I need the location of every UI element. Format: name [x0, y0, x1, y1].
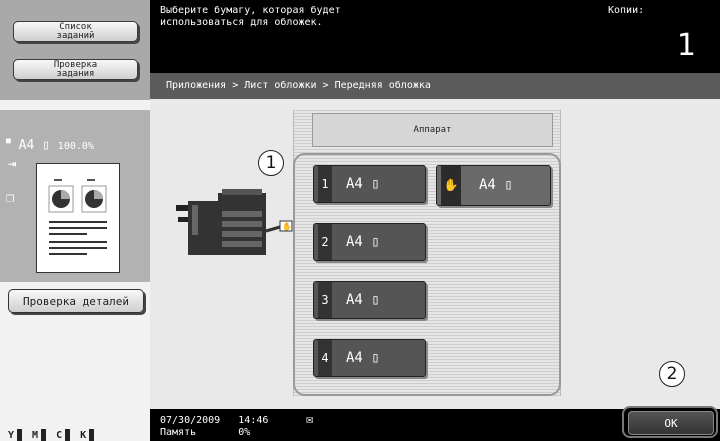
tray-3-button[interactable]: 3 A4 ▯	[313, 281, 426, 319]
tray-1-button[interactable]: 1 A4 ▯	[313, 165, 426, 203]
tray-number: 3	[318, 282, 332, 318]
copies-label: Копии:	[608, 5, 645, 16]
memory-label: Память	[160, 427, 197, 438]
check-details-button[interactable]: Проверка деталей	[8, 289, 144, 313]
tray-paper-label: A4 ▯	[346, 292, 380, 308]
tray-number: 1	[318, 166, 332, 202]
hand-icon: ✋	[441, 166, 461, 205]
toner-label: Y	[8, 430, 15, 441]
toner-label: C	[56, 430, 63, 441]
copies-count: 1	[676, 28, 696, 63]
network-icon: ✉	[306, 412, 314, 426]
left-sidebar: Список заданий Проверка задания ■ A4 ▯ 1…	[0, 0, 150, 441]
toner-k: K	[80, 426, 95, 441]
time: 14:46	[238, 415, 269, 426]
memory-value: 0%	[238, 427, 251, 438]
callout-2: 2	[659, 361, 685, 387]
toner-label: K	[80, 430, 87, 441]
toner-y: Y	[8, 426, 23, 441]
printer-illustration-icon: ✋	[176, 183, 296, 258]
copy-sets-icon: ❐	[6, 190, 15, 206]
portrait-icon: ▯	[42, 138, 50, 153]
date: 07/30/2009	[160, 415, 221, 426]
toner-c: C	[56, 426, 71, 441]
ok-button-frame: OK	[622, 406, 718, 438]
sidebar-top-panel	[0, 0, 150, 100]
svg-text:✋: ✋	[282, 221, 292, 231]
breadcrumb: Приложения > Лист обложки > Передняя обл…	[150, 73, 720, 99]
job-check-button[interactable]: Проверка задания	[13, 59, 138, 80]
toner-levels: Y M C K	[8, 426, 95, 441]
callout-1: 1	[258, 150, 284, 176]
paper-info: ■ A4 ▯ 100.0%	[6, 136, 94, 153]
tray-4-button[interactable]: 4 A4 ▯	[313, 339, 426, 377]
toner-m: M	[32, 426, 47, 441]
tray-paper-label: A4 ▯	[346, 234, 380, 250]
document-preview-icon	[36, 163, 120, 273]
output-tray-icon: ⇥	[8, 156, 17, 172]
toner-bar	[41, 429, 47, 441]
ok-button[interactable]: OK	[628, 411, 714, 435]
zoom-level: 100.0%	[57, 141, 94, 152]
toner-bar	[89, 429, 95, 441]
instruction-message: Выберите бумагу, которая будет использов…	[160, 5, 341, 28]
tray-2-button[interactable]: 2 A4 ▯	[313, 223, 426, 261]
message-header: Выберите бумагу, которая будет использов…	[150, 0, 720, 73]
toner-label: M	[32, 430, 39, 441]
paper-size: A4	[18, 138, 35, 153]
tray-number: 4	[318, 340, 332, 376]
tray-paper-label: A4 ▯	[346, 350, 380, 366]
machine-label: Аппарат	[312, 113, 553, 147]
toner-bar	[17, 429, 23, 441]
paper-square-icon: ■	[6, 136, 11, 145]
bypass-tray-button[interactable]: ✋ A4 ▯	[436, 165, 551, 206]
tray-number: 2	[318, 224, 332, 260]
toner-bar	[65, 429, 71, 441]
job-list-button[interactable]: Список заданий	[13, 21, 138, 42]
tray-paper-label: A4 ▯	[346, 176, 380, 192]
date-time: 07/30/2009 14:46 Память 0%	[160, 415, 268, 439]
bypass-paper-label: A4 ▯	[479, 177, 513, 193]
